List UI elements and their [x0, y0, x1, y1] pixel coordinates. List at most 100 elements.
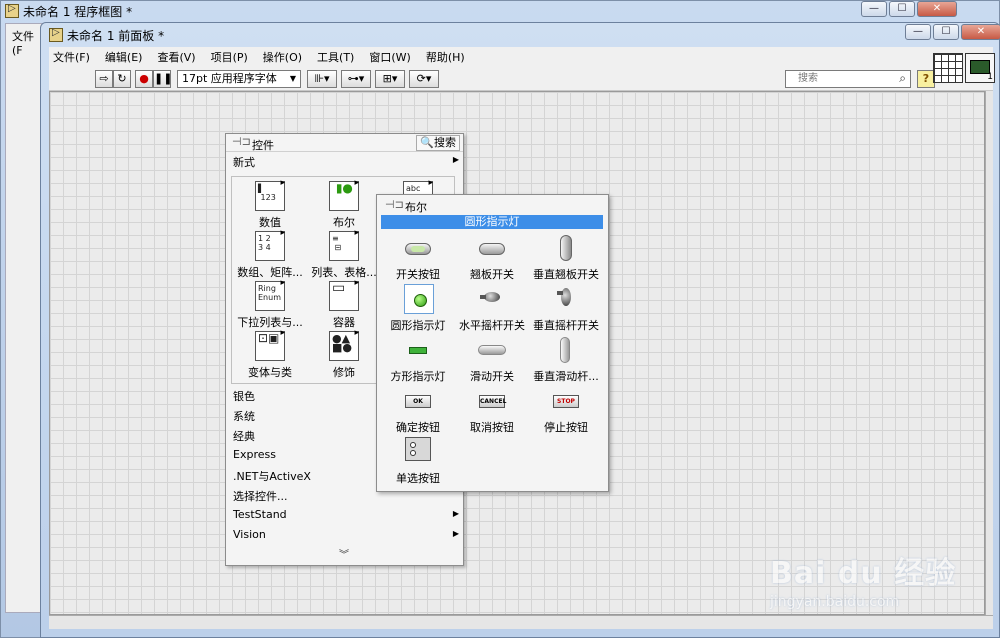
chevron-right-icon: ▶: [452, 155, 459, 164]
stop-glyph: STOP: [553, 395, 579, 408]
vi-icon[interactable]: 1: [965, 53, 995, 83]
bool-item-label: 圆形指示灯: [390, 319, 446, 332]
palette-item-label: 数值: [259, 216, 281, 229]
resize-objects-icon[interactable]: ⊞▾: [375, 70, 405, 88]
containers-icon: ▭: [329, 278, 359, 311]
category-classic[interactable]: 经典: [233, 428, 255, 444]
bool-vertical-toggle[interactable]: 垂直摇杆开关: [529, 284, 603, 333]
block-diagram-title: 未命名 1 程序框图 *: [23, 5, 133, 19]
toolbar: ⇨ ↻ ● ❚❚ 17pt 应用程序字体 ▼ ⊪▾ ⊶▾ ⊞▾ ⟳▾ 搜索 ⌕ …: [49, 67, 993, 91]
bool-item-label: 水平摇杆开关: [459, 319, 525, 332]
hover-tip: 圆形指示灯: [381, 215, 603, 229]
bool-stop-button[interactable]: STOP 停止按钮: [529, 386, 603, 435]
front-maximize-button[interactable]: ☐: [933, 24, 959, 40]
palette-item-label: 修饰: [333, 366, 355, 379]
bool-rocker[interactable]: 翘板开关: [455, 233, 529, 282]
align-objects-icon[interactable]: ⊪▾: [307, 70, 337, 88]
labview-panel-icon: [49, 27, 63, 42]
pin-icon[interactable]: ⊣⊐: [385, 198, 404, 211]
palette-item-variant-class[interactable]: ⊡▣ 变体与类: [234, 328, 306, 380]
numeric-icon: ▌ 123: [255, 178, 285, 211]
close-button[interactable]: ✕: [917, 1, 957, 17]
menu-help[interactable]: 帮助(H): [426, 49, 465, 65]
distribute-objects-icon[interactable]: ⊶▾: [341, 70, 371, 88]
bool-item-label: 方形指示灯: [390, 370, 446, 383]
palette-item-containers[interactable]: ▭ 容器: [308, 278, 380, 330]
menu-tools[interactable]: 工具(T): [317, 49, 354, 65]
bool-radio-buttons[interactable]: 单选按钮: [381, 437, 455, 486]
boolean-subpalette[interactable]: ⊣⊐ 布尔 圆形指示灯 开关按钮 翘板开关 垂直翘板开关 圆形指示灯 水平摇杆开…: [376, 194, 609, 492]
menu-window[interactable]: 窗口(W): [369, 49, 410, 65]
menu-edit[interactable]: 编辑(E): [105, 49, 143, 65]
labview-app-icon: [5, 3, 19, 18]
menu-operate[interactable]: 操作(O): [263, 49, 302, 65]
palette-item-label: 数组、矩阵...: [237, 266, 303, 279]
chevron-right-icon: ▶: [452, 509, 459, 518]
front-window-controls: — ☐ ✕: [905, 24, 1000, 40]
front-minimize-button[interactable]: —: [905, 24, 931, 40]
menu-view[interactable]: 查看(V): [157, 49, 195, 65]
square-led-icon: [402, 335, 434, 365]
vertical-toggle-icon: [550, 284, 582, 314]
subpalette-header: ⊣⊐ 布尔: [377, 195, 608, 215]
pin-icon[interactable]: ⊣⊐: [232, 135, 251, 148]
bool-round-led[interactable]: 圆形指示灯: [381, 284, 455, 333]
run-continuously-icon[interactable]: ↻: [113, 70, 131, 88]
ok-glyph: OK: [405, 395, 431, 408]
bool-item-label: 垂直翘板开关: [533, 268, 599, 281]
chevron-down-icon: ▼: [289, 74, 296, 83]
front-panel-title: 未命名 1 前面板 *: [67, 29, 165, 43]
category-express[interactable]: Express: [233, 448, 276, 461]
palette-item-list-table[interactable]: ≡ ⊟ 列表、表格...: [308, 228, 380, 280]
back-window-controls: — ☐ ✕: [861, 1, 957, 17]
bool-vertical-slide[interactable]: 垂直滑动杆...: [529, 335, 603, 384]
category-select-control[interactable]: 选择控件...: [233, 488, 288, 504]
search-icon: ⌕: [899, 71, 906, 85]
palette-header: ⊣⊐ 控件 🔍搜索: [226, 134, 463, 152]
palette-item-numeric[interactable]: ▌ 123 数值: [234, 178, 306, 230]
maximize-button[interactable]: ☐: [889, 1, 915, 17]
category-silver[interactable]: 银色: [233, 388, 255, 404]
menu-file[interactable]: 文件(F): [53, 49, 90, 65]
pause-icon[interactable]: ❚❚: [153, 70, 172, 88]
ok-button-icon: OK: [402, 386, 434, 416]
chevron-right-icon: ▶: [452, 529, 459, 538]
bool-push-button[interactable]: 开关按钮: [381, 233, 455, 282]
watermark-url: jingyan.baidu.com: [770, 594, 900, 610]
category-dotnet-activex[interactable]: .NET与ActiveX: [233, 468, 311, 484]
font-select[interactable]: 17pt 应用程序字体 ▼: [177, 70, 301, 88]
category-teststand[interactable]: TestStand: [233, 508, 287, 521]
round-led-icon: [402, 284, 434, 314]
minimize-button[interactable]: —: [861, 1, 887, 17]
connector-pane-icon[interactable]: [933, 53, 963, 83]
search-placeholder: 搜索: [798, 73, 818, 84]
bool-item-label: 翘板开关: [470, 268, 514, 281]
palette-item-decorations[interactable]: ●▲■● 修饰: [308, 328, 380, 380]
category-system[interactable]: 系统: [233, 408, 255, 424]
back-menu-bar: 文件(F: [5, 23, 45, 613]
bool-square-led[interactable]: 方形指示灯: [381, 335, 455, 384]
category-modern[interactable]: 新式: [233, 154, 255, 170]
front-close-button[interactable]: ✕: [961, 24, 1000, 40]
vertical-scrollbar[interactable]: [985, 91, 993, 615]
palette-item-boolean[interactable]: ▮● 布尔: [308, 178, 380, 230]
expand-more-icon[interactable]: ︾: [339, 546, 349, 561]
bool-horizontal-toggle[interactable]: 水平摇杆开关: [455, 284, 529, 333]
bool-cancel-button[interactable]: CANCEL 取消按钮: [455, 386, 529, 435]
abort-icon[interactable]: ●: [135, 70, 153, 88]
baidu-watermark: Bai du 经验 jingyan.baidu.com: [770, 548, 980, 628]
reorder-icon[interactable]: ⟳▾: [409, 70, 439, 88]
search-input[interactable]: 搜索 ⌕: [785, 70, 911, 88]
subpalette-title: 布尔: [405, 201, 427, 214]
vertical-slide-icon: [550, 335, 582, 365]
bool-slide-switch[interactable]: 滑动开关: [455, 335, 529, 384]
category-vision[interactable]: Vision: [233, 528, 266, 541]
palette-item-array[interactable]: 1 23 4 数组、矩阵...: [234, 228, 306, 280]
palette-item-ring-enum[interactable]: RingEnum 下拉列表与...: [234, 278, 306, 330]
run-arrow-icon[interactable]: ⇨: [95, 70, 113, 88]
bool-vertical-rocker[interactable]: 垂直翘板开关: [529, 233, 603, 282]
menu-project[interactable]: 项目(P): [211, 49, 248, 65]
bool-item-label: 垂直滑动杆...: [533, 370, 599, 383]
palette-search-button[interactable]: 🔍搜索: [416, 135, 460, 151]
bool-ok-button[interactable]: OK 确定按钮: [381, 386, 455, 435]
